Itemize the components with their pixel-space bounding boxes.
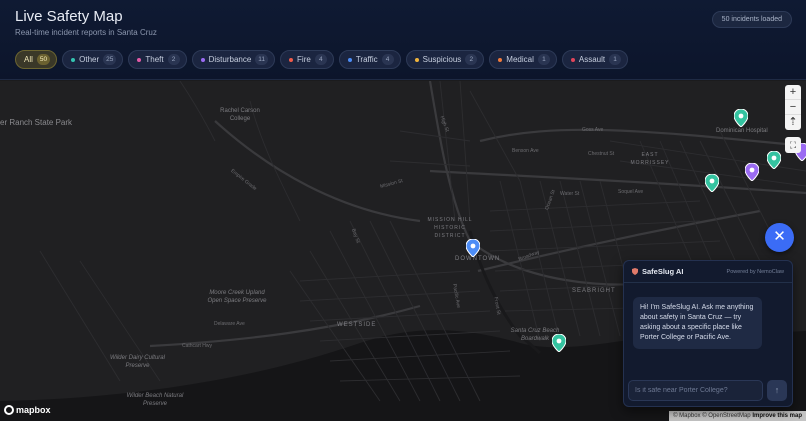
theft-dot-icon: [137, 57, 142, 62]
filter-chip-other[interactable]: Other 25: [62, 50, 124, 69]
disturbance-dot-icon: [200, 57, 205, 62]
filter-chip-count: 2: [465, 54, 478, 65]
fullscreen-button[interactable]: ⛶: [785, 137, 801, 153]
chat-header: SafeSlug AI Powered by NemoClaw: [624, 261, 792, 283]
filter-chip-label: Assault: [578, 55, 606, 64]
filter-chip-count: 1: [537, 54, 550, 65]
map-label-moore-creek: Moore Creek Upland Open Space Preserve: [207, 290, 267, 304]
shield-icon: [632, 268, 638, 275]
road-label-goss: Goss Ave: [582, 127, 604, 133]
medical-dot-icon: [498, 57, 503, 62]
map-label-dominican: Dominican Hospital: [716, 128, 768, 134]
map-label-seabright: SEABRIGHT: [572, 288, 616, 294]
road-label-delaware: Delaware Ave: [214, 321, 245, 327]
filter-chip-count: 11: [255, 54, 269, 65]
reset-north-button[interactable]: ⇡: [785, 115, 801, 130]
road-label-soquel: Soquel Ave: [618, 189, 644, 195]
chat-powered-by: Powered by NemoClaw: [726, 268, 784, 275]
map-zoom-controls: + − ⇡: [785, 85, 801, 130]
map-attribution: © Mapbox © OpenStreetMap Improve this ma…: [669, 411, 806, 421]
filter-chip-label: Theft: [145, 55, 164, 64]
chat-close-button[interactable]: ✕: [765, 223, 794, 252]
incident-marker-other[interactable]: [767, 151, 781, 169]
zoom-in-button[interactable]: +: [785, 85, 801, 100]
filter-chip-label: Fire: [297, 55, 311, 64]
filter-chip-theft[interactable]: Theft 2: [128, 50, 187, 69]
filter-chip-count: 2: [167, 54, 180, 65]
chat-input[interactable]: [628, 380, 763, 401]
zoom-out-button[interactable]: −: [785, 100, 801, 115]
road-label-chestnut: Chestnut St: [588, 151, 615, 157]
map-label-ranch-park: er Ranch State Park: [0, 118, 73, 127]
improve-map-link[interactable]: Improve this map: [752, 413, 802, 419]
map-label-mission-hill: MISSION HILL HISTORIC DISTRICT: [427, 217, 473, 239]
filter-chip-fire[interactable]: Fire 4: [280, 50, 334, 69]
filter-chip-count: 4: [381, 54, 394, 65]
road-label-water: Water St: [560, 191, 580, 197]
map-label-wilder-beach: Wilder Beach Natural Preserve: [126, 393, 184, 407]
filter-chip-all[interactable]: All 50: [15, 50, 58, 69]
road-label-cathcart: Cathcart Hwy: [182, 343, 213, 349]
assault-dot-icon: [570, 57, 575, 62]
incident-marker-traffic[interactable]: [466, 239, 480, 257]
filter-chip-assault[interactable]: Assault 1: [561, 50, 629, 69]
header: Live Safety Map Real-time incident repor…: [0, 0, 806, 80]
filter-chip-traffic[interactable]: Traffic 4: [338, 50, 401, 69]
traffic-dot-icon: [347, 57, 352, 62]
incident-marker-other[interactable]: [552, 334, 566, 352]
chat-title: SafeSlug AI: [642, 267, 684, 276]
filter-chip-count: 25: [103, 54, 117, 65]
map-label-rachel-carson: Rachel Carson College: [220, 108, 260, 122]
filter-chip-suspicious[interactable]: Suspicious 2: [405, 50, 485, 69]
suspicious-dot-icon: [414, 57, 419, 62]
app-root: Live Safety Map Real-time incident repor…: [0, 0, 806, 421]
filter-chip-disturbance[interactable]: Disturbance 11: [191, 50, 276, 69]
filter-chip-label: Other: [79, 55, 100, 64]
page-title: Live Safety Map: [15, 8, 123, 25]
filter-chip-count: 50: [36, 54, 51, 65]
filter-chip-label: Disturbance: [208, 55, 252, 64]
mapbox-logo[interactable]: mapbox: [4, 405, 51, 415]
attribution-text[interactable]: © Mapbox © OpenStreetMap: [673, 413, 751, 419]
road-label-benson: Benson Ave: [512, 148, 539, 154]
page-subtitle: Real-time incident reports in Santa Cruz: [15, 28, 157, 37]
filter-chip-count: 4: [314, 54, 327, 65]
incident-marker-disturbance[interactable]: [745, 163, 759, 181]
other-dot-icon: [71, 57, 76, 62]
incident-marker-other[interactable]: [734, 109, 748, 127]
filter-chip-label: Medical: [506, 55, 534, 64]
incidents-count-badge: 50 incidents loaded: [711, 11, 792, 28]
filter-chip-label: Traffic: [355, 55, 378, 64]
map-label-east-morrissey: EAST MORRISSEY: [630, 152, 670, 166]
chat-send-button[interactable]: ↑: [767, 380, 787, 401]
mapbox-logo-icon: [4, 405, 14, 415]
filter-chip-count: 1: [609, 54, 622, 65]
chat-assistant-message: Hi! I'm SafeSlug AI. Ask me anything abo…: [633, 297, 762, 349]
incident-marker-other[interactable]: [705, 174, 719, 192]
filter-chip-label: All: [24, 55, 33, 64]
chat-panel: SafeSlug AI Powered by NemoClaw Hi! I'm …: [623, 260, 793, 407]
filter-chips: All 50 Other 25 Theft 2 Disturbance 11 F…: [15, 50, 629, 69]
filter-chip-label: Suspicious: [422, 55, 462, 64]
mapbox-logo-text: mapbox: [16, 405, 51, 415]
fire-dot-icon: [289, 57, 294, 62]
map-label-westside: WESTSIDE: [337, 322, 377, 328]
map-label-wilder-dairy: Wilder Dairy Cultural Preserve: [110, 355, 165, 369]
filter-chip-medical[interactable]: Medical 1: [489, 50, 557, 69]
